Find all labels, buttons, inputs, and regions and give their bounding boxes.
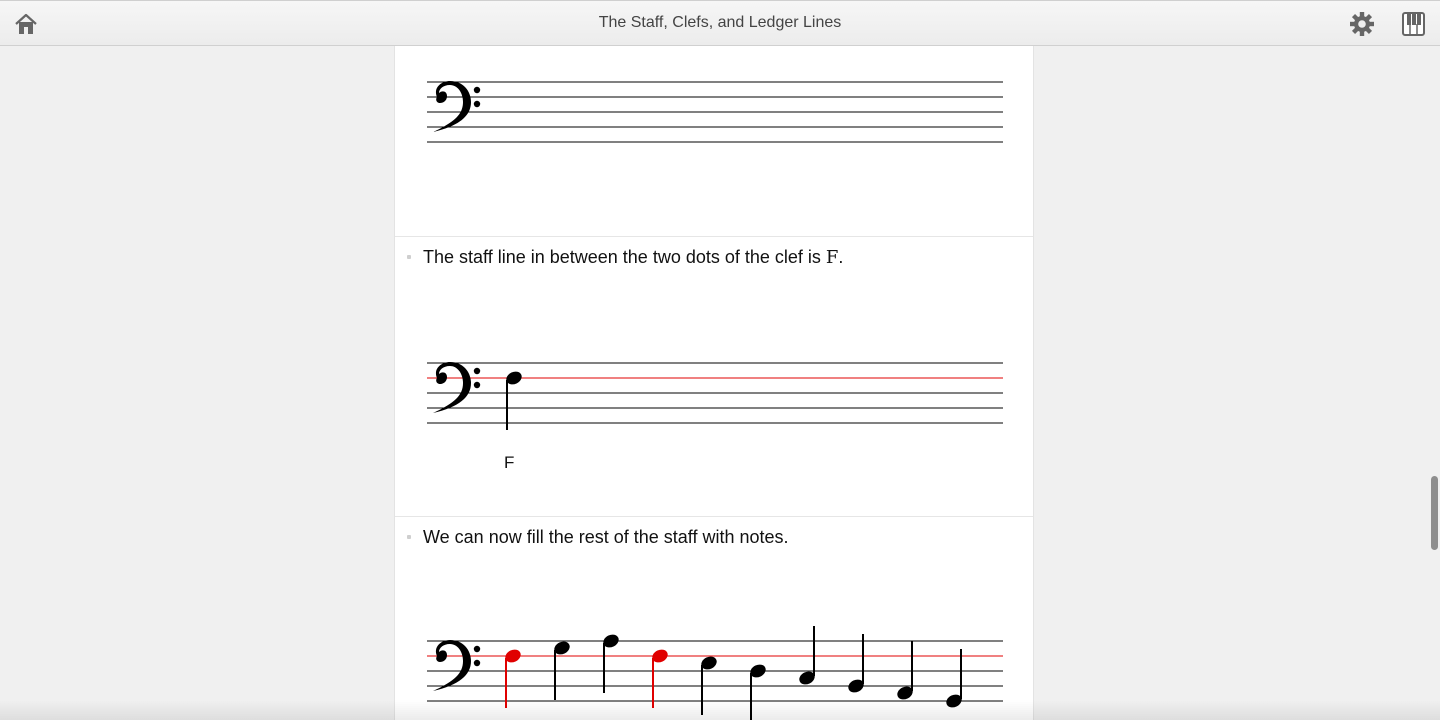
bass-clef-icon (433, 640, 481, 691)
note-g (554, 641, 570, 700)
bass-clef-icon (433, 362, 481, 413)
window-title: The Staff, Clefs, and Ledger Lines (598, 14, 842, 31)
bass-staff-notes (427, 626, 1003, 720)
caption-text: The staff line in between the two dots o… (423, 247, 826, 267)
bass-staff (427, 81, 1003, 143)
lesson-step: The staff line in between the two dots o… (395, 237, 1033, 517)
caption-punctuation: . (838, 247, 844, 267)
note-b (848, 634, 864, 693)
lesson-content: The staff line in between the two dots o… (394, 46, 1034, 720)
bass-clef-icon (433, 81, 481, 132)
note-f (505, 649, 521, 708)
title-bar: The Staff, Clefs, and Ledger Lines (0, 0, 1440, 46)
piano-keyboard-icon[interactable] (1400, 11, 1428, 37)
notes-sequence (505, 626, 962, 720)
step-caption: We can now fill the rest of the staff wi… (423, 527, 789, 547)
note-g (946, 649, 962, 708)
note-a (603, 634, 619, 693)
note-f (652, 649, 668, 708)
caption-note-name: F (825, 247, 839, 268)
step-caption: The staff line in between the two dots o… (423, 247, 843, 268)
note-d (750, 664, 766, 720)
lesson-step: We can now fill the rest of the staff wi… (395, 517, 1033, 720)
bullet-marker (407, 255, 411, 259)
note-f (506, 371, 522, 430)
scrollbar[interactable] (1428, 46, 1440, 720)
lesson-step (395, 46, 1033, 237)
bullet-marker (407, 535, 411, 539)
note-e (701, 656, 717, 715)
scrollbar-thumb[interactable] (1431, 476, 1438, 550)
note-label: F (504, 453, 515, 472)
bass-staff-f (427, 362, 1003, 430)
gear-icon[interactable] (1348, 11, 1376, 37)
